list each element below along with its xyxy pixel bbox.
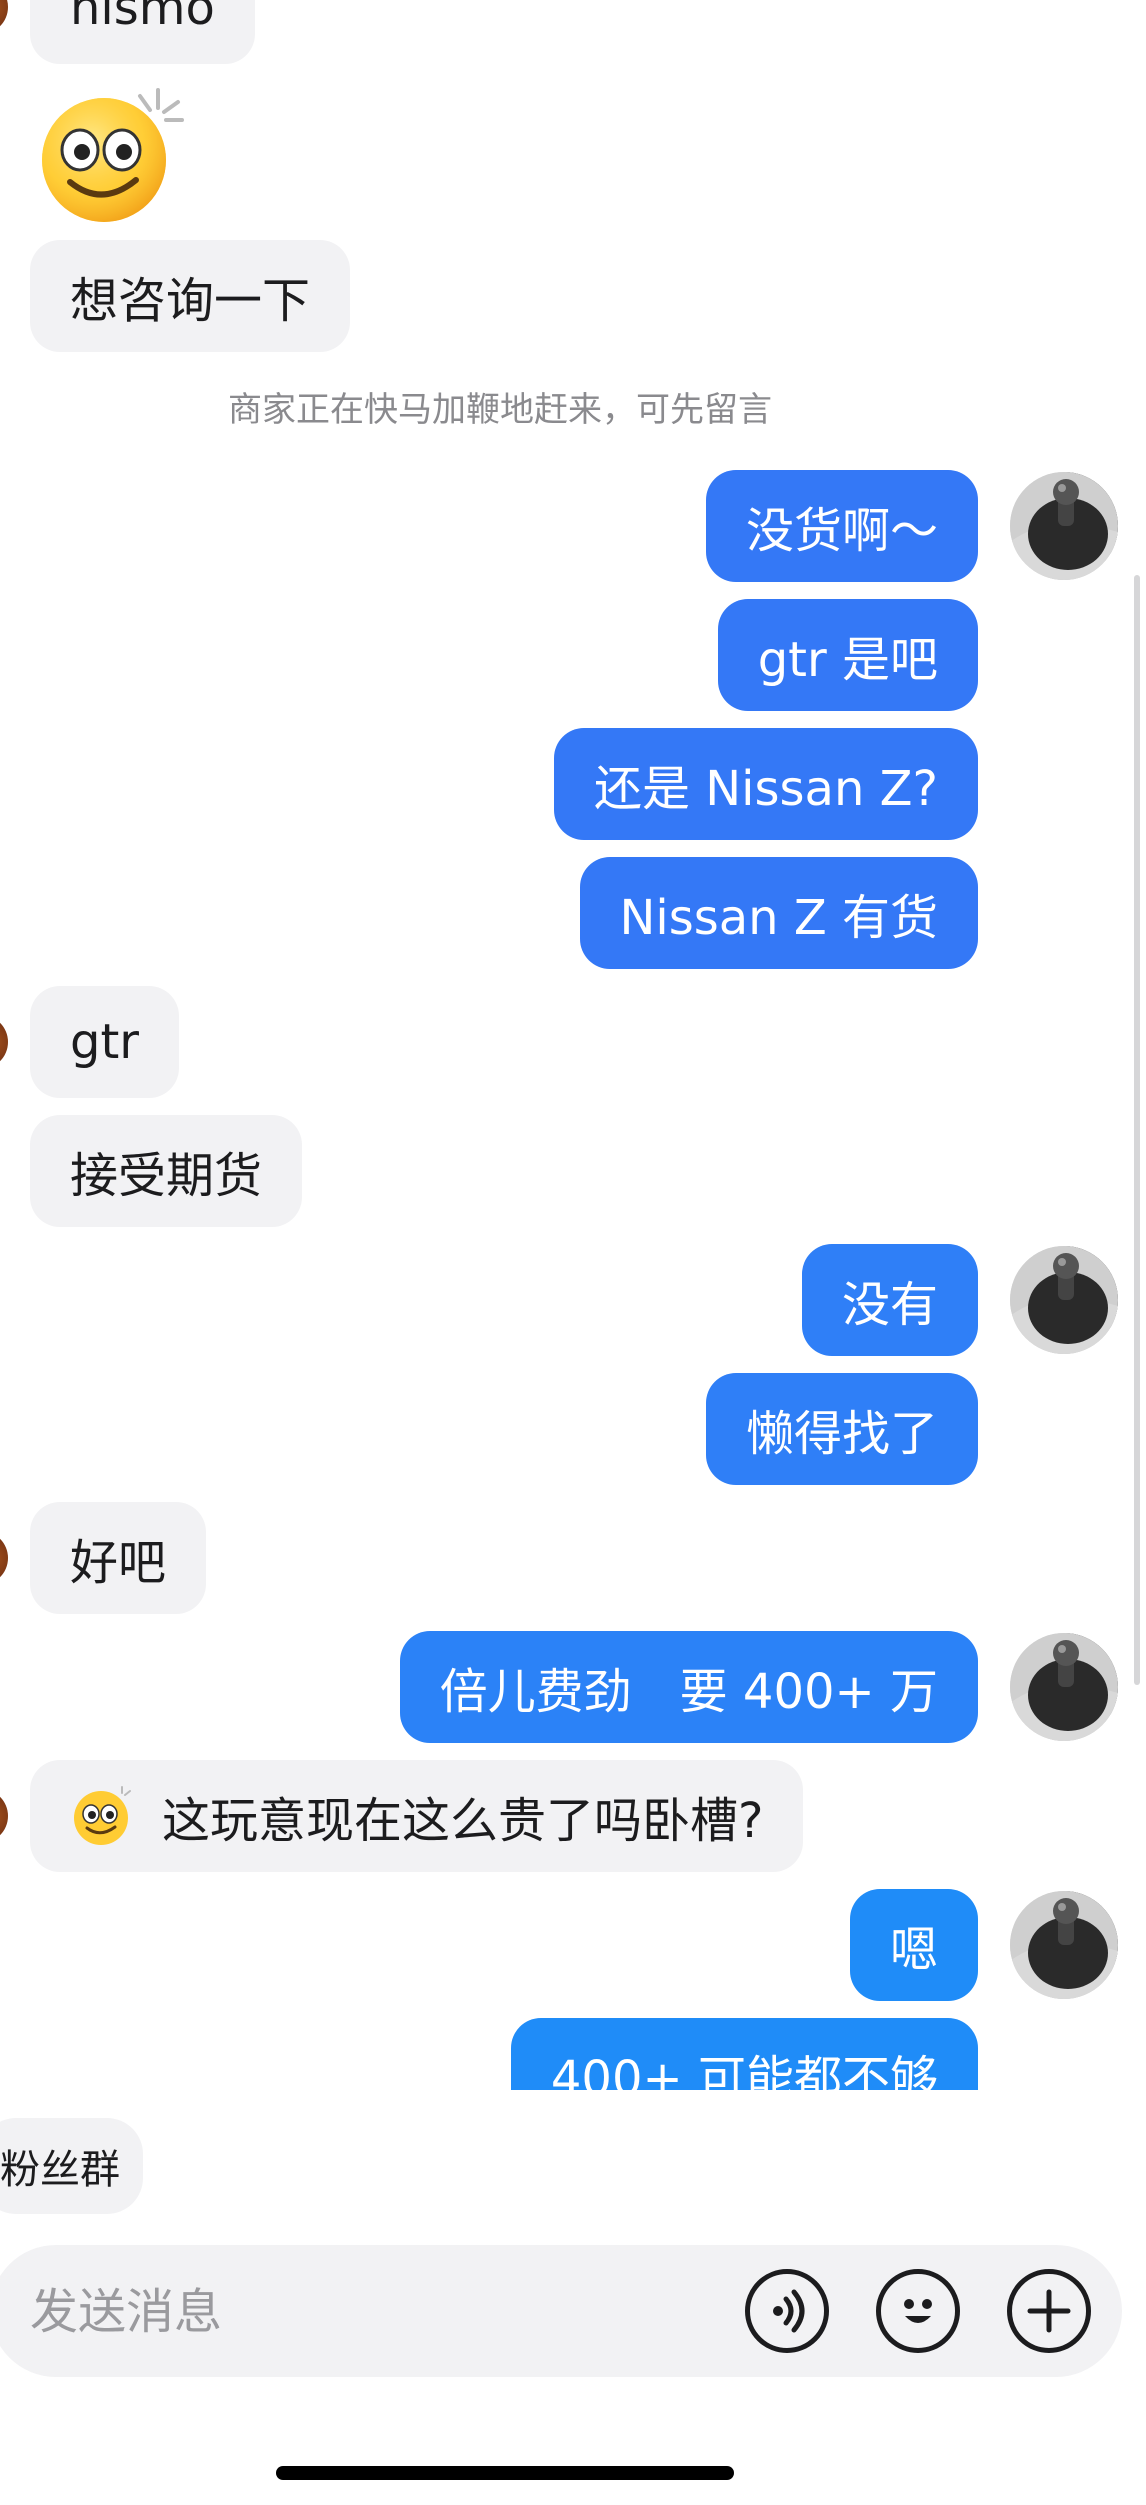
user-avatar[interactable]: [1010, 1633, 1118, 1741]
message-text: 想咨询一下: [70, 273, 311, 329]
add-button[interactable]: [1007, 2269, 1091, 2353]
outgoing-message[interactable]: 嗯: [849, 1889, 978, 2001]
smile-emoji-icon: [74, 1786, 131, 1845]
plus-icon: [1027, 2289, 1071, 2333]
message-text: 没货啊～: [745, 503, 938, 559]
message-text: gtr 是吧: [757, 632, 938, 688]
merchant-avatar[interactable]: [0, 1531, 8, 1585]
merchant-avatar[interactable]: [0, 1015, 8, 1069]
message-text: 懒得找了: [745, 1406, 938, 1462]
incoming-message[interactable]: nismo: [30, 0, 255, 64]
outgoing-message[interactable]: 懒得找了: [705, 1373, 978, 1485]
incoming-message[interactable]: gtr: [30, 986, 180, 1098]
message-text: 没有: [841, 1277, 938, 1333]
outgoing-message[interactable]: 没有: [801, 1244, 978, 1356]
chat-area[interactable]: nismo 想咨询一下 商家正在快马加鞭地赶来，可先留言 没货啊～ gtr 是吧…: [0, 0, 1146, 2090]
smile-sticker-icon: [42, 88, 184, 222]
incoming-message[interactable]: 接受期货: [30, 1115, 303, 1227]
message-text: 还是 Nissan Z?: [594, 761, 938, 817]
emoji-button[interactable]: [876, 2269, 960, 2353]
outgoing-message[interactable]: 没货啊～: [705, 470, 978, 582]
message-text: nismo: [70, 0, 215, 36]
message-text: gtr: [70, 1014, 140, 1070]
message-text: 400+ 可能都不够: [550, 2051, 938, 2090]
message-text: 接受期货: [70, 1148, 263, 1204]
merchant-avatar[interactable]: [0, 0, 8, 34]
fans-group-chip[interactable]: 粉丝群: [0, 2118, 143, 2214]
outgoing-message[interactable]: 倍儿费劲 要 400+ 万: [399, 1631, 978, 1743]
message-text: 这玩意现在这么贵了吗卧槽?: [162, 1793, 764, 1849]
outgoing-message[interactable]: 还是 Nissan Z?: [554, 728, 978, 840]
message-text: 倍儿费劲 要 400+ 万: [439, 1664, 938, 1720]
gear-shifter-avatar-icon: [1010, 1246, 1118, 1354]
gear-shifter-avatar-icon: [1010, 472, 1118, 580]
message-text: 好吧: [70, 1535, 167, 1591]
scrollbar[interactable]: [1134, 575, 1140, 1685]
sticker-message[interactable]: [34, 84, 184, 224]
outgoing-message[interactable]: 400+ 可能都不够: [510, 2018, 978, 2090]
gear-shifter-avatar-icon: [1010, 1891, 1118, 1999]
voice-button[interactable]: [745, 2269, 829, 2353]
fans-group-label: 粉丝群: [0, 2147, 120, 2193]
user-avatar[interactable]: [1010, 472, 1118, 580]
message-input-bar: [0, 2245, 1122, 2379]
gear-shifter-avatar-icon: [1010, 1633, 1118, 1741]
message-text: 嗯: [889, 1922, 938, 1978]
message-input[interactable]: [28, 2245, 632, 2379]
system-notice: 商家正在快马加鞭地赶来，可先留言: [228, 390, 772, 430]
home-indicator[interactable]: [276, 2466, 734, 2480]
incoming-message[interactable]: 想咨询一下: [30, 240, 351, 352]
merchant-avatar[interactable]: [0, 1789, 8, 1843]
user-avatar[interactable]: [1010, 1891, 1118, 1999]
incoming-message[interactable]: 这玩意现在这么贵了吗卧槽?: [30, 1760, 804, 1872]
voice-icon: [773, 2289, 805, 2333]
emoji-icon: [904, 2299, 932, 2323]
message-text: Nissan Z 有货: [619, 890, 939, 946]
incoming-message[interactable]: 好吧: [30, 1502, 207, 1614]
user-avatar[interactable]: [1010, 1246, 1118, 1354]
outgoing-message[interactable]: gtr 是吧: [717, 599, 978, 711]
outgoing-message[interactable]: Nissan Z 有货: [579, 857, 978, 969]
